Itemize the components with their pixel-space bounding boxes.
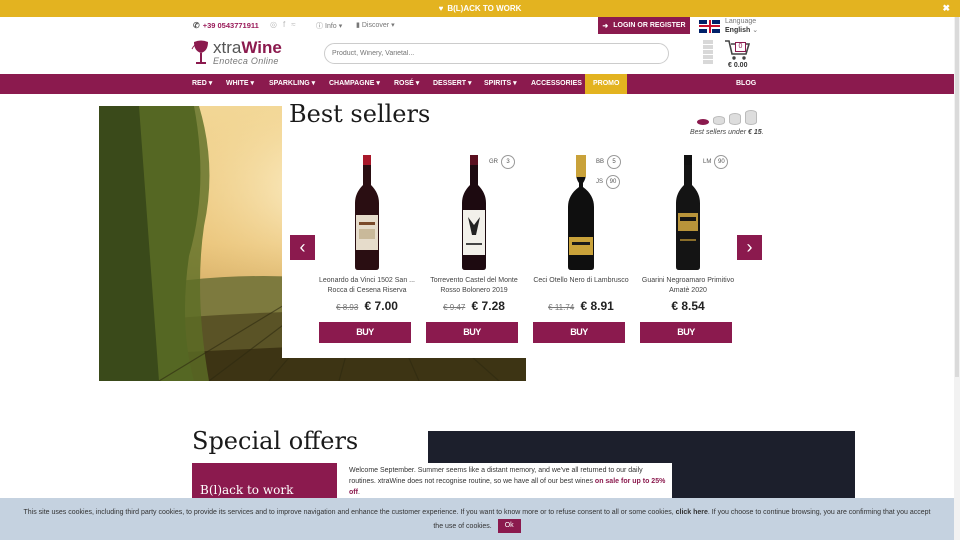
chevron-right-icon: › (746, 237, 753, 257)
phone-contact[interactable]: ✆ +39 0543771911 (193, 21, 259, 30)
wine-bottle-image (355, 155, 379, 270)
uk-flag-icon (699, 19, 720, 33)
nav-item-dessert[interactable]: DESSERT ▾ (433, 74, 472, 94)
discover-label: Discover (361, 21, 390, 29)
buy-button[interactable]: BUY (319, 322, 411, 343)
logo-word-wine: Wine (241, 38, 282, 57)
product-name[interactable]: Torrevento Castel del Monte Rosso Bolone… (426, 276, 522, 296)
page-scrollbar[interactable] (954, 17, 960, 540)
top-bar: ✆ +39 0543771911 ◎ f ≈ ⓘ Info ▾ ▮ Discov… (0, 17, 960, 34)
close-icon[interactable]: ✖ (942, 3, 950, 14)
special-offer-description: Welcome September. Summer seems like a d… (343, 463, 672, 503)
nav-item-sparkling[interactable]: SPARKLING ▾ (269, 74, 315, 94)
product-price: € 7.28 (471, 299, 505, 313)
price-filter[interactable] (697, 110, 757, 125)
buy-button[interactable]: BUY (640, 322, 732, 343)
wine-glass-logo-icon (191, 40, 208, 64)
product-old-price: € 11.74 (548, 303, 575, 312)
logo-tagline: Enoteca Online (213, 56, 279, 66)
product-old-price: € 9.47 (443, 303, 466, 312)
product-price: € 8.91 (580, 299, 614, 313)
chevron-down-icon: ▾ (391, 22, 395, 29)
wine-bottle-image (676, 155, 700, 270)
info-label: Info (325, 22, 337, 30)
price-filter-option-coin-icon[interactable] (713, 116, 725, 125)
nav-item-white[interactable]: WHITE ▾ (226, 74, 254, 94)
cookie-banner: This site uses cookies, including third … (0, 498, 954, 540)
nav-item-rose[interactable]: ROSÉ ▾ (394, 74, 419, 94)
carousel-prev-button[interactable]: ‹ (290, 235, 315, 260)
carousel-next-button[interactable]: › (737, 235, 762, 260)
facebook-icon[interactable]: f (283, 20, 285, 29)
nav-item-accessories[interactable]: ACCESSORIES (531, 74, 582, 94)
price-filter-option-coin-icon[interactable] (697, 119, 709, 125)
buy-button[interactable]: BUY (426, 322, 518, 343)
buy-button[interactable]: BUY (533, 322, 625, 343)
login-register-button[interactable]: ➜ LOGIN OR REGISTER (598, 17, 690, 34)
nav-item-blog[interactable]: BLOG (736, 74, 756, 94)
phone-icon: ✆ (193, 21, 200, 30)
price-filter-option-coin-icon[interactable] (745, 110, 757, 125)
login-label: LOGIN OR REGISTER (613, 22, 686, 29)
chevron-left-icon: ‹ (299, 237, 306, 257)
main-nav: RED ▾ WHITE ▾ SPARKLING ▾ CHAMPAGNE ▾ RO… (0, 74, 954, 94)
cookie-click-here-link[interactable]: click here (676, 509, 708, 516)
info-icon: ⓘ (316, 23, 323, 30)
cookie-text: This site uses cookies, including third … (23, 509, 676, 516)
cart-count-badge: 0 (735, 42, 746, 52)
product-price: € 8.54 (671, 299, 705, 313)
promo-bar-text: B(L)ACK TO WORK (447, 4, 522, 13)
nav-item-champagne[interactable]: CHAMPAGNE ▾ (329, 74, 380, 94)
nav-item-promo[interactable]: PROMO (585, 74, 628, 94)
header: xtraWine Enoteca Online 0 € 0.00 (0, 34, 960, 74)
language-value: English (725, 27, 751, 34)
compare-list-icon[interactable] (703, 40, 713, 68)
instagram-icon[interactable]: ◎ (270, 20, 277, 29)
promo-bar[interactable]: ♥ B(L)ACK TO WORK ✖ (0, 0, 960, 17)
info-menu[interactable]: ⓘ Info ▾ (316, 21, 342, 31)
product-old-price: € 8.93 (336, 303, 359, 312)
rss-icon[interactable]: ≈ (291, 20, 295, 29)
best-sellers-title: Best sellers (289, 100, 431, 128)
heart-icon: ♥ (438, 4, 444, 13)
cart-total: € 0.00 (728, 62, 748, 69)
chevron-down-icon: ⌄ (752, 27, 759, 34)
search-input[interactable] (324, 43, 669, 64)
language-selector[interactable]: Language English ⌄ (699, 17, 758, 35)
nav-item-spirits[interactable]: SPIRITS ▾ (484, 74, 517, 94)
wine-bottle-image (462, 155, 486, 270)
book-icon: ▮ (356, 22, 360, 29)
login-icon: ➜ (602, 22, 609, 30)
cart-button[interactable]: 0 € 0.00 (724, 39, 751, 71)
price-filter-option-coin-icon[interactable] (729, 113, 741, 125)
wine-bottle-image (568, 155, 594, 270)
nav-item-red[interactable]: RED ▾ (192, 74, 212, 94)
language-label: Language (725, 18, 757, 25)
product-name[interactable]: Ceci Otello Nero di Lambrusco (533, 276, 629, 286)
logo-word-xtra: xtra (213, 38, 242, 57)
special-offer-label-box[interactable]: B(l)ack to work (192, 463, 337, 503)
cookie-ok-button[interactable]: Ok (497, 519, 521, 533)
best-sellers-subtitle: Best sellers under € 15. (690, 129, 764, 136)
special-offers-title: Special offers (192, 427, 359, 455)
site-logo[interactable]: xtraWine Enoteca Online (191, 39, 282, 67)
chevron-down-icon: ▾ (338, 23, 343, 30)
product-name[interactable]: Leonardo da Vinci 1502 San ... Rocca di … (319, 276, 415, 296)
discover-menu[interactable]: ▮ Discover ▾ (356, 21, 395, 30)
product-name[interactable]: Guarini Negroamaro Primitivo Amatè 2020 (640, 276, 736, 296)
social-links: ◎ f ≈ (270, 20, 296, 29)
product-price: € 7.00 (364, 299, 398, 313)
scrollbar-thumb[interactable] (955, 17, 959, 377)
phone-number: +39 0543771911 (202, 21, 259, 30)
